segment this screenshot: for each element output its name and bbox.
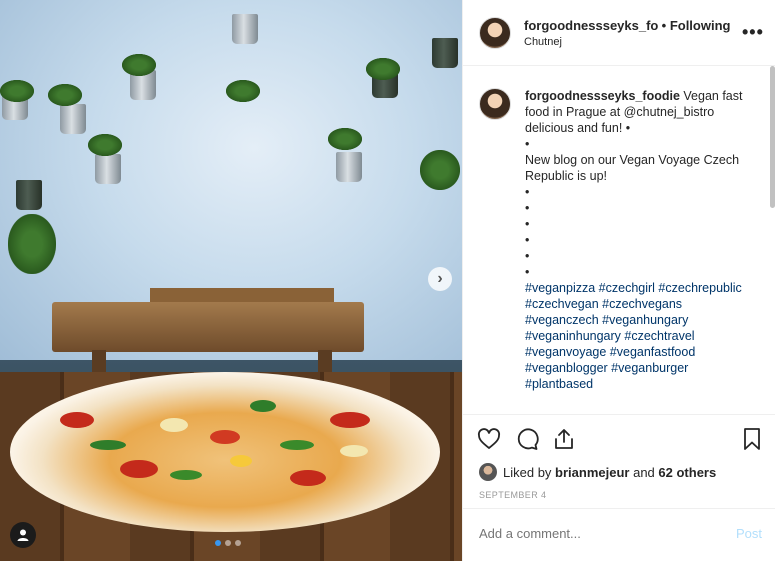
caption-line: •: [525, 137, 530, 151]
pizza-topping: [230, 455, 252, 467]
plant-leaves: [88, 134, 122, 156]
caption-scrollbar[interactable]: [770, 66, 775, 208]
caption-line: •: [525, 249, 530, 263]
pizza-topping: [290, 470, 326, 486]
plant-leaves: [48, 84, 82, 106]
plant-leaves: [8, 214, 56, 274]
header-separator: •: [661, 18, 667, 33]
liker-avatar: [479, 463, 497, 481]
pizza-topping: [250, 400, 276, 412]
plant-pot: [95, 154, 121, 184]
pizza-topping: [340, 445, 368, 457]
post-comment-button[interactable]: Post: [736, 526, 762, 541]
author-username-link[interactable]: forgoodnessseyks_foodie: [524, 18, 658, 33]
post-date: SEPTEMBER 4: [479, 490, 547, 500]
photo-table-leg: [92, 350, 106, 372]
liker-username-link[interactable]: brianmejeur: [555, 465, 629, 480]
author-avatar[interactable]: [479, 17, 511, 49]
plant-leaves: [226, 80, 260, 102]
pizza-topping: [330, 412, 370, 428]
caption-author-avatar[interactable]: [479, 88, 511, 120]
post-header: forgoodnessseyks_foodie • Following Chut…: [463, 0, 775, 66]
photo-pizza: [10, 372, 440, 532]
pizza-topping: [210, 430, 240, 444]
likes-prefix: Liked by: [503, 464, 552, 480]
caption-area: forgoodnessseyks_foodie Vegan fast food …: [463, 66, 775, 414]
likes-others-link[interactable]: 62 others: [658, 465, 716, 480]
caption-text: forgoodnessseyks_foodie Vegan fast food …: [525, 88, 753, 392]
more-options-icon[interactable]: •••: [742, 22, 764, 43]
caption-line: •: [525, 265, 530, 279]
pizza-topping: [120, 460, 158, 478]
plant-pot: [16, 180, 42, 210]
like-heart-icon[interactable]: [477, 427, 501, 451]
caption-hashtags[interactable]: #veganpizza #czechgirl #czechrepublic #c…: [525, 280, 753, 392]
plant-pot: [232, 14, 258, 44]
comment-box: Post: [463, 508, 775, 561]
pizza-topping: [160, 418, 188, 432]
photo-table: [52, 302, 364, 352]
plant-leaves: [0, 80, 34, 102]
pizza-topping: [90, 440, 126, 450]
plant-pot: [336, 152, 362, 182]
carousel-dot: [235, 540, 241, 546]
post-side-panel: forgoodnessseyks_foodie • Following Chut…: [462, 0, 775, 561]
plant-leaves: [328, 128, 362, 150]
following-button[interactable]: Following: [670, 18, 731, 33]
photo-table-leg: [318, 350, 332, 372]
caption-line: •: [525, 233, 530, 247]
carousel-indicator: [215, 540, 241, 546]
caption-line: •: [525, 185, 530, 199]
caption-username-link[interactable]: forgoodnessseyks_foodie: [525, 89, 680, 103]
caption-line: •: [525, 201, 530, 215]
user-icon: [17, 529, 29, 541]
plant-pot: [432, 38, 458, 68]
likes-summary: Liked by brianmejeur and 62 others: [479, 463, 716, 481]
location-link[interactable]: Chutnej: [524, 36, 562, 48]
plant-pot: [60, 104, 86, 134]
save-bookmark-icon[interactable]: [740, 427, 764, 451]
caption-line: •: [525, 217, 530, 231]
comment-input[interactable]: [479, 526, 719, 541]
post-photo[interactable]: ›: [0, 0, 462, 561]
pizza-topping: [60, 412, 94, 428]
carousel-dot: [225, 540, 231, 546]
plant-leaves: [420, 150, 460, 190]
likes-suffix: and: [633, 464, 655, 480]
plant-leaves: [366, 58, 400, 80]
carousel-dot-active: [215, 540, 221, 546]
share-icon[interactable]: [552, 427, 576, 451]
tagged-users-button[interactable]: [10, 522, 36, 548]
caption-line: New blog on our Vegan Voyage Czech Repub…: [525, 153, 740, 183]
header-user-line: forgoodnessseyks_foodie • Following: [524, 18, 730, 33]
plant-leaves: [122, 54, 156, 76]
pizza-topping: [170, 470, 202, 480]
carousel-next-button[interactable]: ›: [428, 267, 452, 291]
comment-bubble-icon[interactable]: [515, 427, 539, 451]
pizza-topping: [280, 440, 314, 450]
